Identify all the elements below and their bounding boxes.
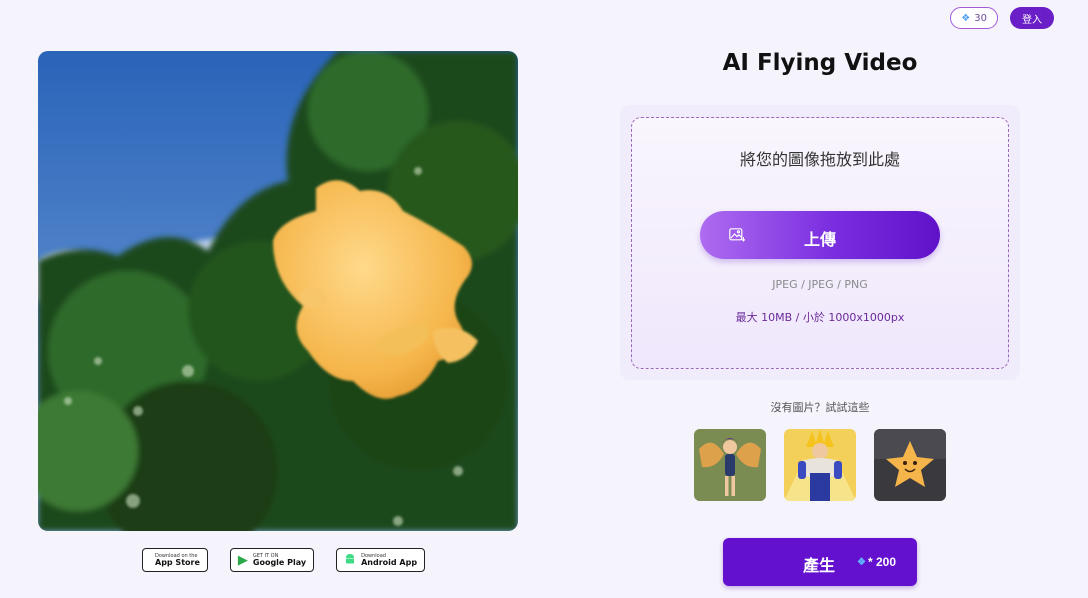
- store-badges: Download on the App Store ▶ GET IT ON Go…: [142, 548, 426, 572]
- sample-image-fairy[interactable]: [694, 429, 766, 501]
- generate-cost-value: * 200: [867, 555, 896, 569]
- app-store-badge[interactable]: Download on the App Store: [142, 548, 208, 572]
- app-store-big-text: App Store: [155, 557, 200, 567]
- drop-instruction: 將您的圖像拖放到此處: [739, 150, 900, 169]
- generate-button[interactable]: 產生 ❖ * 200: [723, 538, 917, 586]
- diamond-icon: ❖: [857, 556, 866, 568]
- upload-button[interactable]: 上傳: [700, 211, 940, 259]
- upload-button-label: 上傳: [803, 232, 836, 249]
- login-button[interactable]: 登入: [1010, 7, 1054, 29]
- android-icon: [344, 553, 356, 568]
- sample-image-warrior[interactable]: [784, 429, 856, 501]
- google-play-big-text: Google Play: [252, 557, 307, 567]
- credits-badge[interactable]: ❖ 30: [950, 7, 998, 29]
- diamond-icon: ❖: [961, 12, 971, 24]
- image-dropzone[interactable]: 將您的圖像拖放到此處 上傳 JPEG / JPEG / PNG 最大 10MB …: [631, 117, 1009, 369]
- generate-cost: ❖ * 200: [857, 555, 896, 569]
- google-play-badge[interactable]: ▶ GET IT ON Google Play: [229, 548, 315, 572]
- credits-count: 30: [974, 12, 987, 24]
- size-limits: 最大 10MB / 小於 1000x1000px: [735, 311, 905, 324]
- samples-label: 沒有圖片？試試這些: [770, 401, 870, 414]
- sample-image-star[interactable]: [874, 429, 946, 501]
- sample-images: [694, 429, 946, 501]
- top-bar: ❖ 30 登入: [950, 7, 1054, 29]
- android-app-big-text: Android App: [361, 557, 418, 567]
- page-title: AI Flying Video: [722, 50, 918, 76]
- google-play-icon: ▶: [237, 552, 248, 568]
- upload-card: 將您的圖像拖放到此處 上傳 JPEG / JPEG / PNG 最大 10MB …: [620, 105, 1020, 380]
- preview-image: [38, 51, 518, 531]
- android-app-badge[interactable]: Download Android App: [336, 548, 426, 572]
- accepted-formats: JPEG / JPEG / PNG: [772, 278, 868, 291]
- generate-button-label: 產生: [803, 558, 836, 575]
